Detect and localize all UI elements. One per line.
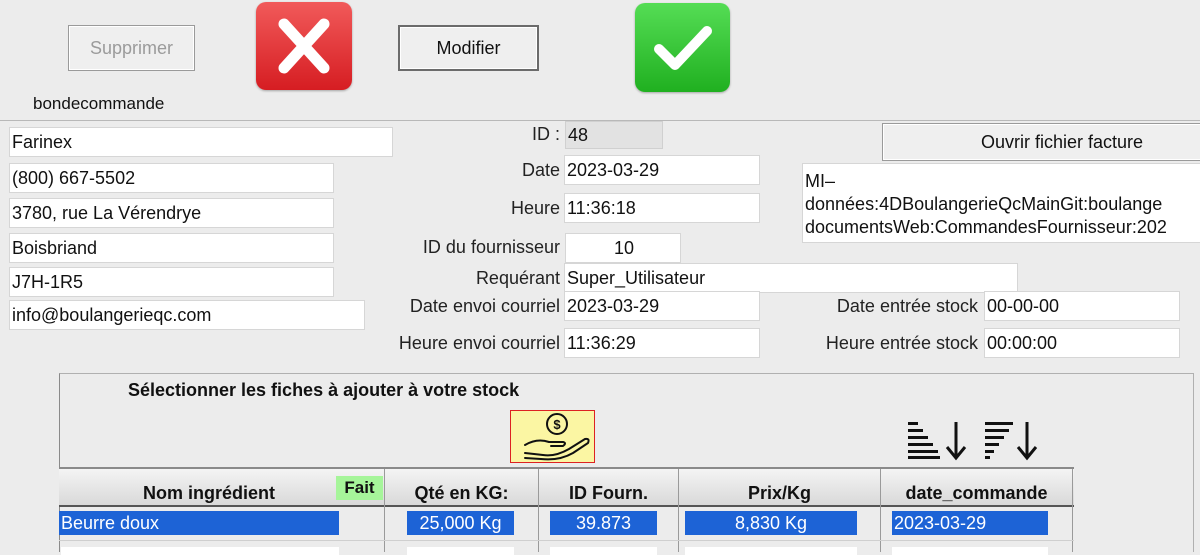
stock-time-field[interactable]: 00:00:00 [984,328,1180,358]
column-header-done[interactable]: Fait [336,476,383,500]
confirm-button[interactable] [635,3,730,92]
email-date-field[interactable]: 2023-03-29 [564,291,760,321]
open-invoice-button[interactable]: Ouvrir fichier facture [882,123,1200,161]
order-time-field[interactable]: 11:36:18 [564,193,760,223]
table-row[interactable] [59,540,1074,555]
order-time-label: Heure [510,198,560,218]
supplier-name-field[interactable]: Farinex [9,127,393,157]
supplier-phone-field[interactable]: (800) 667-5502 [9,163,334,193]
column-header-name[interactable]: Nom ingrédient [59,481,359,505]
modify-button[interactable]: Modifier [398,25,539,71]
cell-date: 2023-03-29 [892,511,1048,535]
email-time-field[interactable]: 11:36:29 [564,328,760,358]
email-time-label: Heure envoi courriel [398,333,560,353]
cell-price: 8,830 Kg [685,511,857,535]
stock-date-field[interactable]: 00-00-00 [984,291,1180,321]
add-to-stock-button[interactable]: $ [510,410,595,463]
stock-time-label: Heure entrée stock [825,333,978,353]
column-header-supplier-id[interactable]: ID Fourn. [539,481,678,505]
green-check-icon [654,26,712,70]
column-header-price[interactable]: Prix/Kg [679,481,880,505]
order-id-label: ID : [531,124,560,144]
svg-text:$: $ [553,417,561,432]
cell-name [61,547,339,555]
order-date-field[interactable]: 2023-03-29 [564,155,760,185]
cell-supplier-id [550,547,657,555]
invoice-path-line: MI– [805,171,836,191]
red-x-icon [278,18,330,74]
invoice-path-line: données:4DBoulangerieQcMainGit:boulange [805,194,1163,214]
cancel-button[interactable] [256,2,352,90]
cell-price [685,547,857,555]
supplier-postal-field[interactable]: J7H-1R5 [9,267,334,297]
email-date-label: Date envoi courriel [409,296,560,316]
cell-date [892,547,1048,555]
column-header-date[interactable]: date_commande [881,481,1072,505]
supplier-id-field[interactable]: 10 [565,233,681,263]
requester-label: Requérant [475,268,560,288]
form-name-label: bondecommande [33,94,165,113]
column-header-qty[interactable]: Qté en KG: [385,481,538,505]
cell-name: Beurre doux [59,511,339,535]
order-date-label: Date [521,160,560,180]
cell-qty [407,547,514,555]
requester-field[interactable]: Super_Utilisateur [564,263,1018,293]
stock-date-label: Date entrée stock [836,296,978,316]
table-row[interactable]: Beurre doux 25,000 Kg 39.873 8,830 Kg 20… [59,508,1074,538]
cell-supplier-id: 39.873 [550,511,657,535]
supplier-address-field[interactable]: 3780, rue La Vérendrye [9,198,334,228]
stock-instruction: Sélectionner les fiches à ajouter à votr… [128,380,520,400]
invoice-path-line: documentsWeb:CommandesFournisseur:202 [805,217,1167,237]
supplier-email-field[interactable]: info@boulangerieqc.com [9,300,365,330]
sort-ascending-icon[interactable] [906,420,968,462]
hand-coin-icon: $ [524,413,590,461]
cell-qty: 25,000 Kg [407,511,514,535]
order-id-field: 48 [565,121,663,149]
invoice-path-field[interactable]: MI– données:4DBoulangerieQcMainGit:boula… [802,163,1200,243]
supplier-city-field[interactable]: Boisbriand [9,233,334,263]
supplier-id-label: ID du fournisseur [422,237,560,257]
delete-button[interactable]: Supprimer [68,25,195,71]
sort-descending-icon[interactable] [983,420,1041,462]
